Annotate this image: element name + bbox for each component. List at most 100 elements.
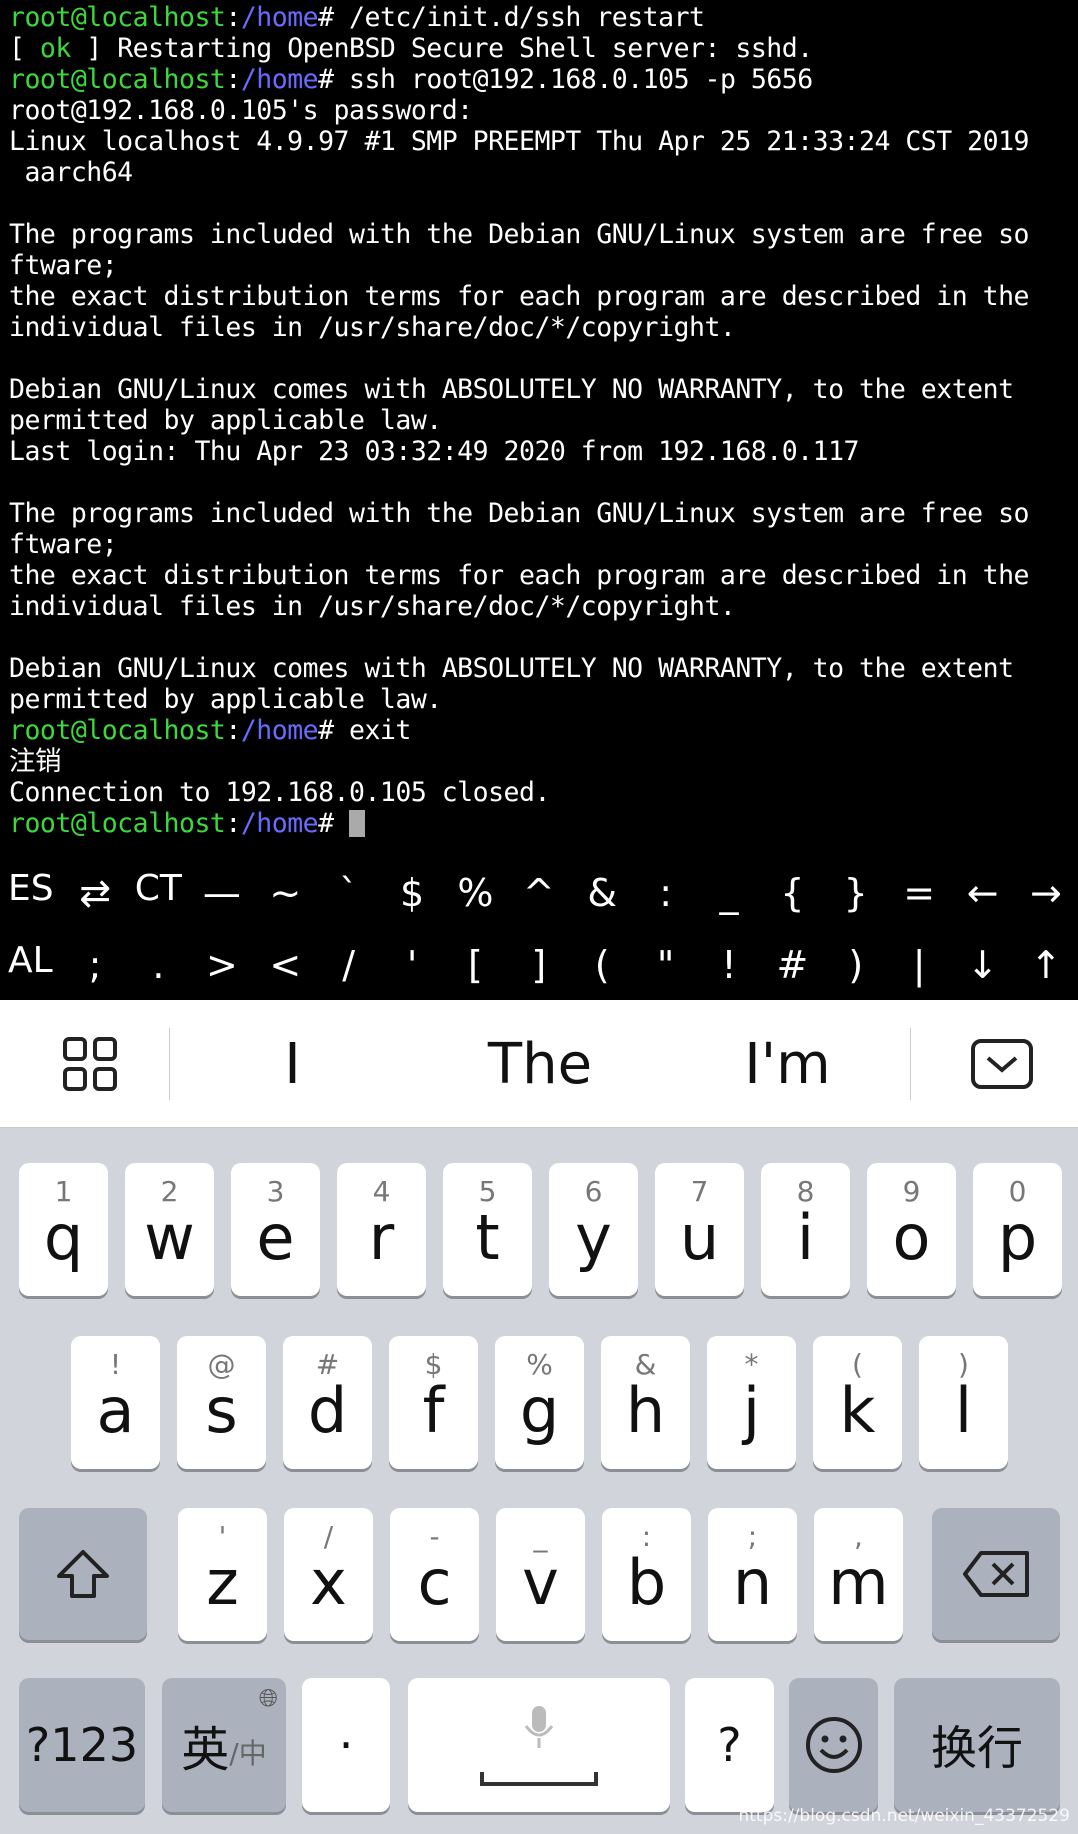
key-label: v: [522, 1546, 559, 1619]
extra-key[interactable]: $: [380, 862, 443, 924]
extra-key[interactable]: ;: [63, 934, 126, 996]
cursor: [349, 810, 366, 837]
extra-key[interactable]: .: [127, 934, 190, 996]
language-key[interactable]: 🌐︎ 英/中: [162, 1678, 286, 1812]
extra-key[interactable]: ↓: [951, 934, 1014, 996]
extra-key[interactable]: ": [634, 934, 697, 996]
suggestion[interactable]: I'm: [665, 1000, 910, 1128]
key-e[interactable]: 3e: [231, 1163, 320, 1296]
extra-key[interactable]: ←: [951, 862, 1014, 924]
key-label: r: [368, 1201, 395, 1274]
key-x[interactable]: / x: [284, 1508, 373, 1641]
hide-keyboard-icon[interactable]: [950, 1000, 1054, 1128]
extra-key[interactable]: <: [254, 934, 317, 996]
extra-key[interactable]: _: [697, 862, 760, 924]
extra-key[interactable]: %: [444, 862, 507, 924]
command-text: exit: [333, 715, 411, 746]
key-b[interactable]: :b: [602, 1508, 691, 1641]
key-label: h: [625, 1374, 666, 1447]
key-label: i: [796, 1201, 815, 1274]
extra-key[interactable]: &: [571, 862, 634, 924]
key-h[interactable]: & h: [601, 1336, 690, 1469]
extra-key[interactable]: ]: [507, 934, 570, 996]
key-label: q: [43, 1201, 84, 1274]
extra-key[interactable]: !: [697, 934, 760, 996]
extra-key[interactable]: ↑: [1014, 934, 1077, 996]
extra-key[interactable]: #: [761, 934, 824, 996]
extra-key[interactable]: ': [380, 934, 443, 996]
space-key[interactable]: [408, 1678, 670, 1812]
suggestion[interactable]: I: [170, 1000, 415, 1128]
terminal-line: root@localhost:/home# /etc/init.d/ssh re…: [9, 2, 705, 33]
numbers-key[interactable]: ?123: [19, 1678, 145, 1812]
key-f[interactable]: $ f: [389, 1336, 478, 1469]
status-text: ] Restarting OpenBSD Secure Shell server…: [70, 33, 813, 64]
extra-key[interactable]: [: [444, 934, 507, 996]
key-v[interactable]: _ v: [496, 1508, 585, 1641]
watermark: https://blog.csdn.net/weixin_43372529: [738, 1806, 1070, 1826]
extra-key[interactable]: ^: [507, 862, 570, 924]
key-l[interactable]: ) l: [919, 1336, 1008, 1469]
backspace-key[interactable]: [932, 1508, 1060, 1640]
extra-key[interactable]: `: [317, 862, 380, 924]
key-p[interactable]: 0p: [973, 1163, 1062, 1296]
key-label: b: [626, 1546, 667, 1619]
emoji-key[interactable]: [789, 1678, 878, 1812]
extra-key[interactable]: ⇄: [63, 862, 126, 924]
extra-key[interactable]: ): [824, 934, 887, 996]
extra-key[interactable]: |: [887, 934, 950, 996]
key-c[interactable]: -c: [390, 1508, 479, 1641]
key-w[interactable]: 2w: [125, 1163, 214, 1296]
terminal-line: individual files in /usr/share/doc/*/cop…: [9, 591, 736, 622]
key-i[interactable]: 8i: [761, 1163, 850, 1296]
extra-key[interactable]: {: [761, 862, 824, 924]
key-z[interactable]: ' z: [178, 1508, 267, 1641]
extra-key[interactable]: —: [190, 862, 253, 924]
terminal-output[interactable]: root@localhost:/home# /etc/init.d/ssh re…: [9, 2, 1078, 862]
extra-key[interactable]: >: [190, 934, 253, 996]
key-label: d: [307, 1374, 348, 1447]
key-s[interactable]: @ s: [177, 1336, 266, 1469]
extra-key[interactable]: :: [634, 862, 697, 924]
apps-grid-icon[interactable]: [40, 1000, 140, 1128]
extra-key[interactable]: ~: [254, 862, 317, 924]
key-r[interactable]: 4r: [337, 1163, 426, 1296]
soft-keyboard: I The I'm 1 q 2 w 3 e 4 r 5 t 6 y 7 u 8 i 9 o 0 p ! a @ s # d $ f% g…: [0, 1000, 1078, 1834]
terminal-line: [ ok ] Restarting OpenBSD Secure Shell s…: [9, 33, 1078, 64]
command-text: ssh root@192.168.0.105 -p 5656: [333, 64, 813, 95]
extra-key[interactable]: CTRL: [127, 862, 190, 924]
extra-key[interactable]: ALT: [0, 934, 63, 996]
terminal-line: the exact distribution terms for each pr…: [9, 281, 1030, 312]
shift-key[interactable]: [19, 1508, 147, 1640]
key-label: n: [732, 1546, 773, 1619]
key-j[interactable]: * j: [707, 1336, 796, 1469]
extra-key[interactable]: =: [887, 862, 950, 924]
key-t[interactable]: 5t: [443, 1163, 532, 1296]
key-g[interactable]: % g: [495, 1336, 584, 1469]
key-label: p: [997, 1201, 1038, 1274]
extra-key[interactable]: (: [571, 934, 634, 996]
key-q[interactable]: 1q: [19, 1163, 108, 1296]
key-a[interactable]: ! a: [71, 1336, 160, 1469]
key-u[interactable]: 7u: [655, 1163, 744, 1296]
question-key[interactable]: ?: [685, 1678, 774, 1812]
numbers-label: ?123: [25, 1718, 139, 1772]
key-y[interactable]: 6y: [549, 1163, 638, 1296]
divider: [910, 1028, 911, 1100]
key-o[interactable]: 9o: [867, 1163, 956, 1296]
key-d[interactable]: # d: [283, 1336, 372, 1469]
enter-key[interactable]: 换行: [894, 1678, 1060, 1812]
key-k[interactable]: (k: [813, 1336, 902, 1469]
microphone-icon: [408, 1678, 670, 1812]
extra-key[interactable]: ESC: [0, 862, 63, 924]
key-m[interactable]: ,m: [814, 1508, 903, 1641]
extra-key[interactable]: →: [1014, 862, 1077, 924]
prompt-user: root@localhost: [9, 715, 226, 746]
suggestion[interactable]: The: [415, 1000, 665, 1128]
extra-key[interactable]: /: [317, 934, 380, 996]
dot-key[interactable]: ·: [302, 1678, 390, 1812]
extra-key[interactable]: }: [824, 862, 887, 924]
key-n[interactable]: ; n: [708, 1508, 797, 1641]
